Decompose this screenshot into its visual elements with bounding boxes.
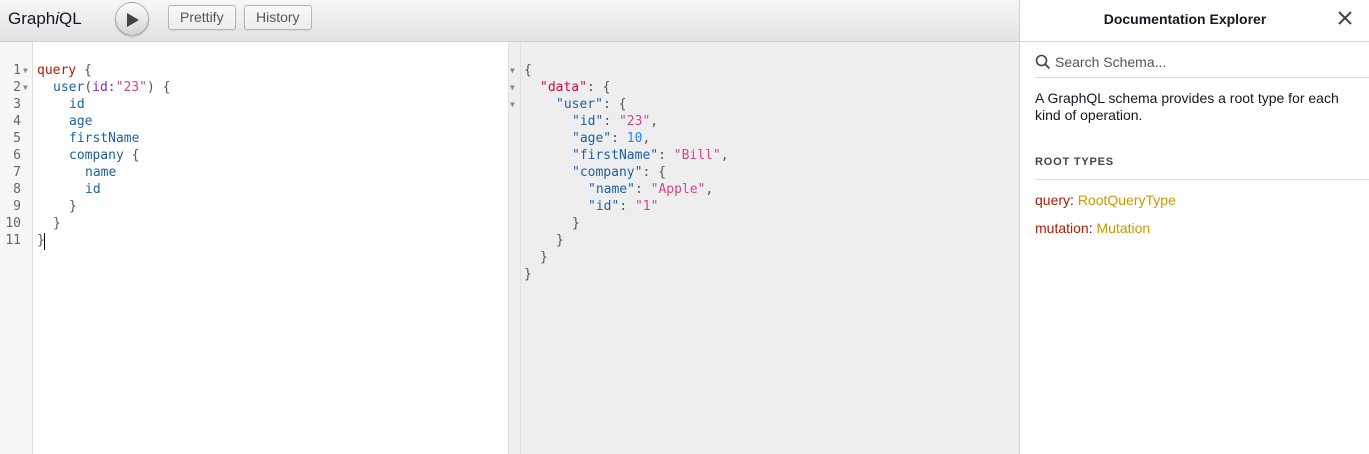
line-number: 11 <box>5 233 21 248</box>
line-gutter: 1 ▼ 2 ▼ 3 4 5 6 7 8 9 10 11 <box>0 42 33 454</box>
code-line: } <box>69 199 77 214</box>
line-number: 9 <box>13 199 21 214</box>
code-line: user(id:"23") { <box>53 80 171 95</box>
code-line: name <box>85 165 117 180</box>
code-line: firstName <box>69 131 140 146</box>
result-line: { <box>524 63 532 78</box>
root-types-heading: ROOT TYPES <box>1035 156 1369 180</box>
result-line: } <box>572 216 580 231</box>
execute-query-button[interactable] <box>115 2 149 36</box>
line-number: 5 <box>13 131 21 146</box>
text-cursor <box>44 233 45 250</box>
type-link-mutation[interactable]: Mutation <box>1096 220 1150 236</box>
type-link-rootquerytype[interactable]: RootQueryType <box>1078 192 1176 208</box>
graphiql-logo: GraphiQL <box>8 9 82 28</box>
fold-arrow-icon[interactable]: ▼ <box>23 62 31 79</box>
search-box <box>1035 48 1369 78</box>
history-button[interactable]: History <box>244 5 312 30</box>
result-line: } <box>556 233 564 248</box>
result-line: "age": 10, <box>572 131 651 146</box>
result-line: "firstName": "Bill", <box>572 148 729 163</box>
result-line: "id": "1" <box>588 199 659 214</box>
line-number: 10 <box>5 216 21 231</box>
code-line: id <box>85 182 101 197</box>
line-number: 6 <box>13 148 21 163</box>
result-line: "id": "23", <box>572 114 659 129</box>
fold-arrow-icon[interactable]: ▼ <box>510 62 518 79</box>
result-line: "name": "Apple", <box>588 182 714 197</box>
root-type-query: query: RootQueryType <box>1035 192 1176 208</box>
close-icon[interactable] <box>1338 11 1356 29</box>
documentation-explorer: Documentation Explorer A GraphQL schema … <box>1019 0 1369 454</box>
search-schema-input[interactable] <box>1055 51 1355 73</box>
play-icon <box>127 13 139 27</box>
fold-arrow-icon[interactable]: ▼ <box>510 79 518 96</box>
fold-arrow-icon[interactable]: ▼ <box>23 79 31 96</box>
root-type-mutation: mutation: Mutation <box>1035 220 1151 236</box>
result-line: "data": { <box>540 80 611 95</box>
result-line: "company": { <box>572 165 666 180</box>
line-number: 8 <box>13 182 21 197</box>
docs-header: Documentation Explorer <box>1020 0 1369 42</box>
line-number: 7 <box>13 165 21 180</box>
toolbar: GraphiQL Prettify History <box>0 0 1019 42</box>
schema-description: A GraphQL schema provides a root type fo… <box>1035 90 1339 123</box>
docs-title: Documentation Explorer <box>1103 11 1267 27</box>
result-line: "user": { <box>556 97 627 112</box>
query-editor[interactable]: 1 ▼ 2 ▼ 3 4 5 6 7 8 9 10 11 query { user… <box>0 42 508 454</box>
code-line: id <box>69 97 85 112</box>
fold-arrow-icon[interactable]: ▼ <box>510 96 518 113</box>
search-icon <box>1035 54 1051 70</box>
prettify-button[interactable]: Prettify <box>168 5 236 30</box>
code-line: company { <box>69 148 140 163</box>
code-line: age <box>69 114 93 129</box>
result-viewer: ▼ ▼ ▼ { "data": { "user": { "id": "23", … <box>510 42 1019 454</box>
line-number: 3 <box>13 97 21 112</box>
code-line: } <box>53 216 61 231</box>
result-line: } <box>540 250 548 265</box>
result-line: } <box>524 267 532 282</box>
line-number: 2 <box>13 80 21 95</box>
line-number: 4 <box>13 114 21 129</box>
code-line: query { <box>37 63 92 78</box>
line-number: 1 <box>13 63 21 78</box>
